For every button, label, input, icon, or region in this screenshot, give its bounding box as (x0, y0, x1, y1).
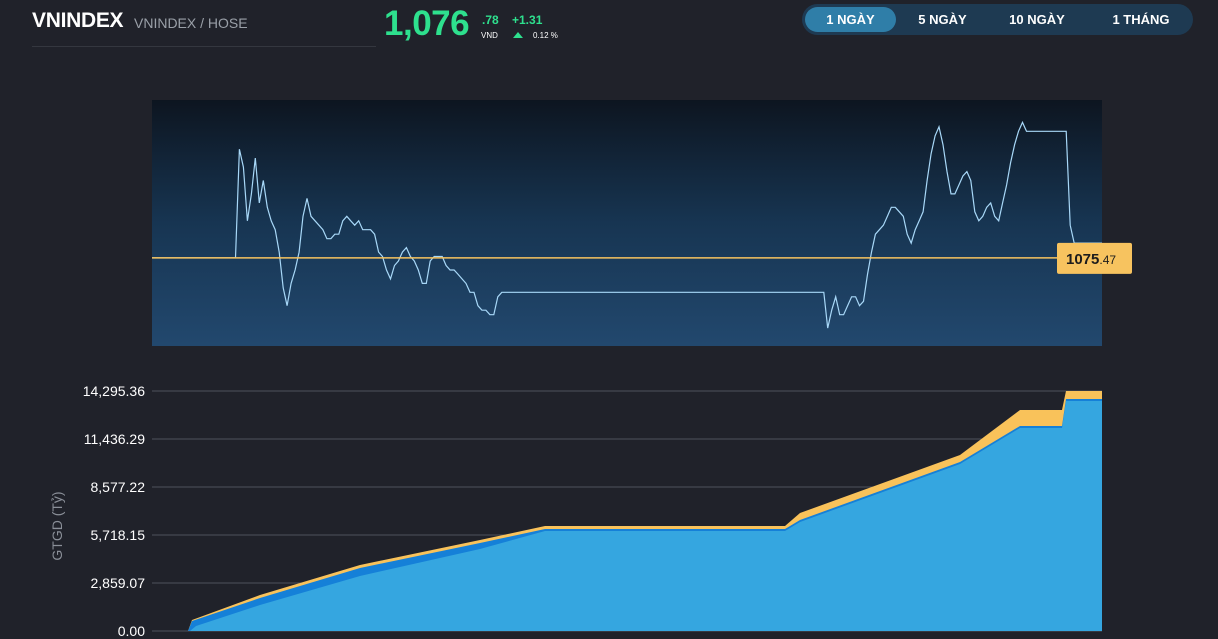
sell-value-area (190, 401, 1102, 631)
value-chart: 0.00 2,859.07 5,718.15 8,577.22 11,436.29 14,… (49, 383, 1102, 639)
y-tick-label: 11,436.29 (84, 431, 145, 447)
y-tick-label: 5,718.15 (91, 527, 146, 543)
y-tick-label: 0.00 (118, 623, 145, 639)
reference-label-integer: 1075 (1066, 251, 1099, 268)
chart-canvas: 1075.47 0.00 2,859.07 5,718.15 8,577.22 11,4… (49, 100, 1132, 639)
reference-label-text: 1075.47 (1066, 251, 1116, 268)
reference-label-decimal: .47 (1099, 253, 1116, 267)
y-axis-title: GTGD (Tỷ) (49, 491, 65, 560)
y-tick-label: 14,295.36 (83, 383, 145, 399)
intraday-plot-area (152, 100, 1102, 346)
reference-label: 1075.47 (1057, 242, 1132, 274)
y-tick-label: 2,859.07 (91, 575, 146, 591)
y-tick-label: 8,577.22 (91, 479, 146, 495)
intraday-chart: 1075.47 (152, 100, 1132, 346)
